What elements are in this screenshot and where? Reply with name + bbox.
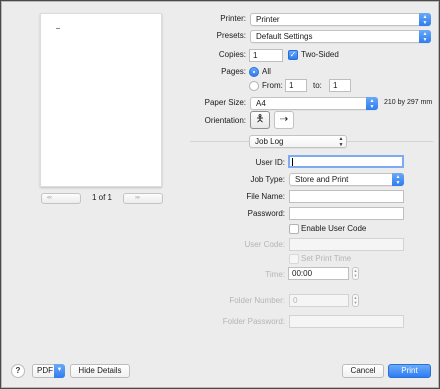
job-type-popup[interactable]: Store and Print ▲ ▼ <box>289 173 404 186</box>
chevron-down-icon: ▼ <box>54 364 65 378</box>
page-preview <box>40 13 162 187</box>
printer-label: Printer: <box>220 14 246 23</box>
user-code-label: User Code: <box>244 240 285 249</box>
help-button[interactable]: ? <box>11 364 25 378</box>
pages-to-input[interactable]: 1 <box>329 79 351 92</box>
folder-password-label: Folder Password: <box>222 317 285 326</box>
password-label: Password: <box>247 209 285 218</box>
folder-number-input[interactable]: 0 <box>289 294 349 307</box>
copies-label: Copies: <box>218 50 246 59</box>
time-label: Time: <box>265 270 285 279</box>
paper-size-popup[interactable]: A4 ▲ ▼ <box>250 97 378 110</box>
pages-from-radio[interactable] <box>249 81 259 91</box>
two-sided-label: Two-Sided <box>301 50 339 59</box>
pdf-label: PDF <box>37 366 53 375</box>
set-print-time-label: Set Print Time <box>301 254 352 263</box>
password-input[interactable] <box>289 207 404 220</box>
preview-next-icon: › » <box>135 195 140 201</box>
job-type-value: Store and Print <box>295 175 349 184</box>
updown-arrows-icon: ▲ ▼ <box>419 30 431 43</box>
section-value: Job Log <box>255 137 284 146</box>
help-icon: ? <box>15 366 21 375</box>
pages-label: Pages: <box>221 67 246 76</box>
paper-size-label: Paper Size: <box>204 98 246 107</box>
copies-input[interactable]: 1 <box>249 49 283 62</box>
orientation-label: Orientation: <box>204 116 246 125</box>
job-type-label: Job Type: <box>250 175 285 184</box>
stepper-arrows-icon: ▲ ▼ <box>353 268 358 278</box>
orientation-landscape-button[interactable]: ⇢ <box>274 111 294 129</box>
pages-all-radio[interactable] <box>249 67 259 77</box>
printer-value: Printer <box>256 15 280 24</box>
printer-popup[interactable]: Printer ▲ ▼ <box>250 13 431 26</box>
updown-arrows-icon: ▲ ▼ <box>338 136 344 148</box>
orientation-portrait-button[interactable]: 🯅 <box>250 111 270 129</box>
print-button[interactable]: Print <box>388 364 431 378</box>
presets-popup[interactable]: Default Settings ▲ ▼ <box>250 30 431 43</box>
updown-arrows-icon: ▲ ▼ <box>366 97 378 110</box>
user-code-input[interactable] <box>289 238 404 251</box>
checkmark-icon: ✓ <box>289 50 297 59</box>
pages-from-input[interactable]: 1 <box>285 79 307 92</box>
paper-size-value: A4 <box>256 99 266 108</box>
presets-label: Presets: <box>216 31 246 40</box>
user-id-input[interactable] <box>288 155 404 168</box>
folder-number-stepper[interactable]: ▲ ▼ <box>352 294 359 307</box>
section-popup[interactable]: Job Log ▲ ▼ <box>249 135 347 148</box>
hide-details-button[interactable]: Hide Details <box>70 364 130 378</box>
time-input[interactable]: 00:00 <box>288 267 349 280</box>
updown-arrows-icon: ▲ ▼ <box>392 173 404 186</box>
set-print-time-checkbox[interactable] <box>289 254 299 264</box>
pdf-menu-button[interactable]: PDF ▼ <box>32 364 65 378</box>
portrait-person-icon: 🯅 <box>255 114 265 125</box>
text-caret <box>292 157 293 166</box>
page-indicator: 1 of 1 <box>91 193 112 202</box>
enable-user-code-label: Enable User Code <box>301 224 367 233</box>
folder-number-label: Folder Number: <box>229 296 285 305</box>
cancel-button[interactable]: Cancel <box>342 364 384 378</box>
file-name-label: File Name: <box>246 192 285 201</box>
preview-content-mark <box>56 28 60 29</box>
time-stepper[interactable]: ▲ ▼ <box>352 267 359 280</box>
paper-dimensions: 210 by 297 mm <box>384 99 433 106</box>
presets-value: Default Settings <box>256 32 313 41</box>
two-sided-checkbox[interactable]: ✓ <box>288 50 298 60</box>
preview-prev-button[interactable]: « ‹ <box>41 193 81 204</box>
pages-to-label: to: <box>313 81 322 90</box>
pages-all-label: All <box>262 67 271 76</box>
user-id-label: User ID: <box>255 158 285 167</box>
stepper-arrows-icon: ▲ ▼ <box>353 295 358 305</box>
enable-user-code-checkbox[interactable] <box>289 224 299 234</box>
landscape-person-icon: ⇢ <box>279 114 289 125</box>
updown-arrows-icon: ▲ ▼ <box>419 13 431 26</box>
preview-prev-icon: « ‹ <box>47 195 52 201</box>
pages-from-label: From: <box>262 81 283 90</box>
folder-password-input[interactable] <box>289 315 404 328</box>
file-name-input[interactable] <box>289 190 404 203</box>
print-dialog: « ‹ 1 of 1 › » Printer: Printer ▲ ▼ Prese… <box>1 1 439 388</box>
preview-next-button[interactable]: › » <box>123 193 163 204</box>
